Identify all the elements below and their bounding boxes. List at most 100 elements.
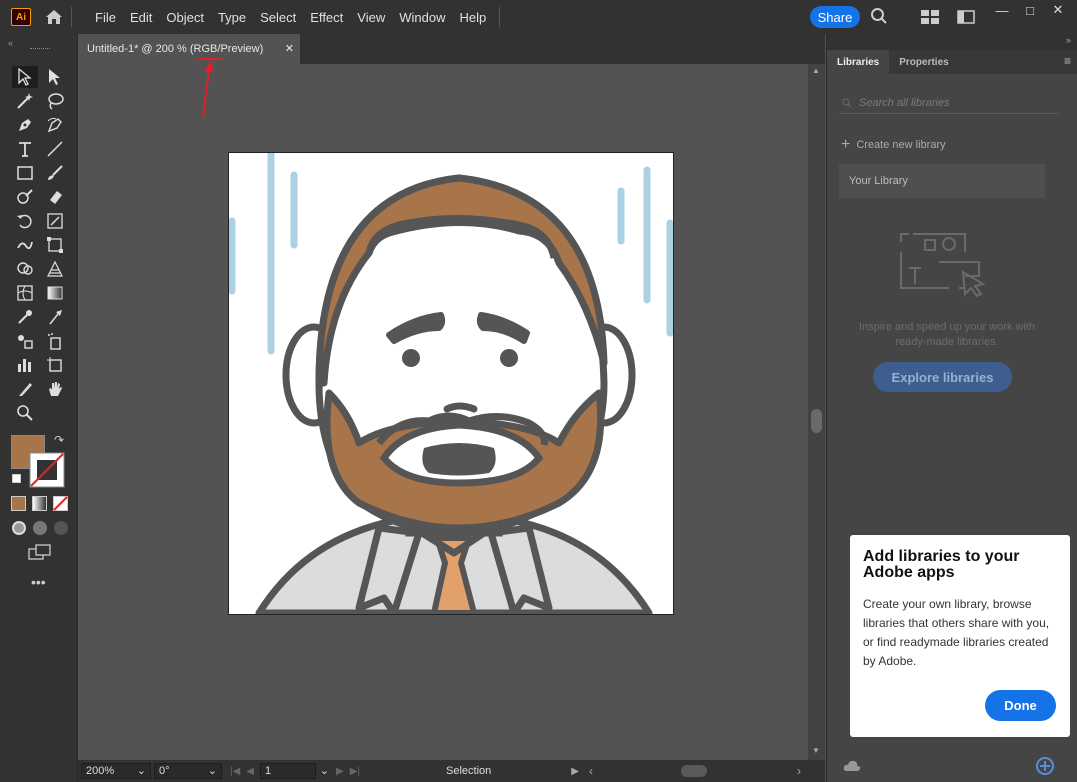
column-graph-tool-icon[interactable] [12,354,38,376]
blend-tool-icon[interactable] [12,330,38,352]
artboard-select[interactable]: 1 ⌄ [260,763,329,779]
shape-builder-tool-icon[interactable] [12,258,38,280]
current-tool-label[interactable]: Selection [446,765,491,777]
scroll-down-icon[interactable]: ▼ [812,746,820,755]
arrange-documents-icon[interactable] [921,10,939,24]
chevron-down-icon: ⌄ [207,765,217,777]
search-libraries-input[interactable]: Search all libraries [839,92,1059,114]
artboard-tool-icon[interactable] [42,354,68,376]
home-icon[interactable] [43,6,65,28]
done-button[interactable]: Done [985,690,1056,721]
gradient-mode-icon[interactable] [32,496,47,511]
menu-view[interactable]: View [350,10,392,25]
your-library-item[interactable]: Your Library [839,164,1045,198]
line-segment-tool-icon[interactable] [42,138,68,160]
cloud-icon[interactable] [843,758,861,772]
search-icon [842,98,852,108]
none-mode-icon[interactable] [53,496,68,511]
create-new-library-button[interactable]: + Create new library [841,136,946,154]
type-tool-icon[interactable] [12,138,38,160]
tools-panel: « ↷ ••• [0,34,78,782]
menu-edit[interactable]: Edit [123,10,159,25]
maximize-icon[interactable]: □ [1016,0,1044,20]
last-artboard-icon[interactable]: ▶| [350,766,360,777]
menu-window[interactable]: Window [392,10,452,25]
artboard[interactable] [228,152,674,615]
color-mode-icon[interactable] [11,496,26,511]
collapse-panel-icon[interactable]: » [1066,35,1071,45]
more-tools-icon[interactable]: ••• [31,574,46,590]
menu-type[interactable]: Type [211,10,253,25]
gradient-tool-icon[interactable] [42,282,68,304]
slice-tool-icon[interactable] [12,378,38,400]
free-transform-tool-icon[interactable] [42,234,68,256]
vertical-scrollbar[interactable]: ▲ ▼ [808,64,825,760]
menu-file[interactable]: File [88,10,123,25]
next-artboard-icon[interactable]: ▶ [336,766,344,777]
menu-separator [499,7,501,27]
menu-select[interactable]: Select [253,10,303,25]
libraries-tip-popover: Add libraries to your Adobe apps Create … [850,535,1070,737]
close-icon[interactable]: ✕ [1044,0,1072,20]
zoom-tool-icon[interactable] [12,402,38,424]
curvature-tool-icon[interactable] [42,114,68,136]
selection-tool-icon[interactable] [12,66,38,88]
share-button[interactable]: Share [810,6,860,28]
add-library-icon[interactable] [1035,756,1055,776]
status-menu-icon[interactable]: ▶ [571,766,579,777]
chevron-down-icon: ⌄ [319,765,329,777]
magic-wand-icon[interactable] [12,90,38,112]
menu-items: File Edit Object Type Select Effect View… [88,10,493,25]
first-artboard-icon[interactable]: |◀ [230,766,240,777]
artboard-value: 1 [265,765,272,777]
menu-help[interactable]: Help [452,10,493,25]
scroll-left-icon[interactable]: ‹ [589,764,593,778]
default-colors-icon[interactable] [12,474,21,483]
menu-effect[interactable]: Effect [303,10,350,25]
close-tab-icon[interactable]: ✕ [285,42,294,55]
scale-tool-icon[interactable] [42,210,68,232]
screen-mode-icon[interactable] [28,544,52,562]
horizontal-scroll-thumb[interactable] [680,765,707,777]
grip-icon[interactable] [30,48,50,51]
stroke-swatch[interactable] [29,452,65,488]
menu-object[interactable]: Object [159,10,211,25]
rectangle-tool-icon[interactable] [12,162,38,184]
panel-header: » [827,34,1077,50]
document-tab-title: Untitled-1* @ 200 % (RGB/Preview) [87,43,264,55]
panel-menu-icon[interactable]: ≡ [1064,54,1071,68]
symbol-sprayer-icon[interactable] [42,330,68,352]
draw-behind-icon[interactable] [33,521,47,535]
eyedropper-alt-icon[interactable] [42,306,68,328]
minimize-icon[interactable]: — [988,0,1016,20]
search-icon[interactable] [870,7,888,25]
mesh-tool-icon[interactable] [12,282,38,304]
workspace-icon[interactable] [957,10,975,24]
eyedropper-tool-icon[interactable] [12,306,38,328]
hand-tool-icon[interactable] [42,378,68,400]
scrollbar-thumb[interactable] [811,409,822,433]
perspective-grid-tool-icon[interactable] [42,258,68,280]
direct-selection-tool-icon[interactable] [42,66,68,88]
paintbrush-tool-icon[interactable] [42,162,68,184]
draw-normal-icon[interactable] [12,521,26,535]
swap-fill-stroke-icon[interactable]: ↷ [54,433,64,447]
scroll-up-icon[interactable]: ▲ [812,66,820,75]
previous-artboard-icon[interactable]: ◀ [246,766,254,777]
pen-tool-icon[interactable] [12,114,38,136]
lasso-icon[interactable] [42,90,68,112]
scroll-right-icon[interactable]: › [797,764,801,778]
document-tab[interactable]: Untitled-1* @ 200 % (RGB/Preview) ✕ [78,34,300,64]
zoom-select[interactable]: 200% ⌄ [81,763,151,779]
tab-libraries[interactable]: Libraries [827,50,890,74]
shaper-tool-icon[interactable] [12,186,38,208]
eraser-tool-icon[interactable] [42,186,68,208]
explore-libraries-button[interactable]: Explore libraries [873,362,1012,392]
collapse-icon[interactable]: « [8,38,13,48]
rotation-select[interactable]: 0° ⌄ [154,763,222,779]
rotate-tool-icon[interactable] [12,210,38,232]
zoom-value: 200% [86,765,115,777]
draw-inside-icon[interactable] [54,521,68,535]
warp-tool-icon[interactable] [12,234,38,256]
tab-properties[interactable]: Properties [889,50,958,74]
